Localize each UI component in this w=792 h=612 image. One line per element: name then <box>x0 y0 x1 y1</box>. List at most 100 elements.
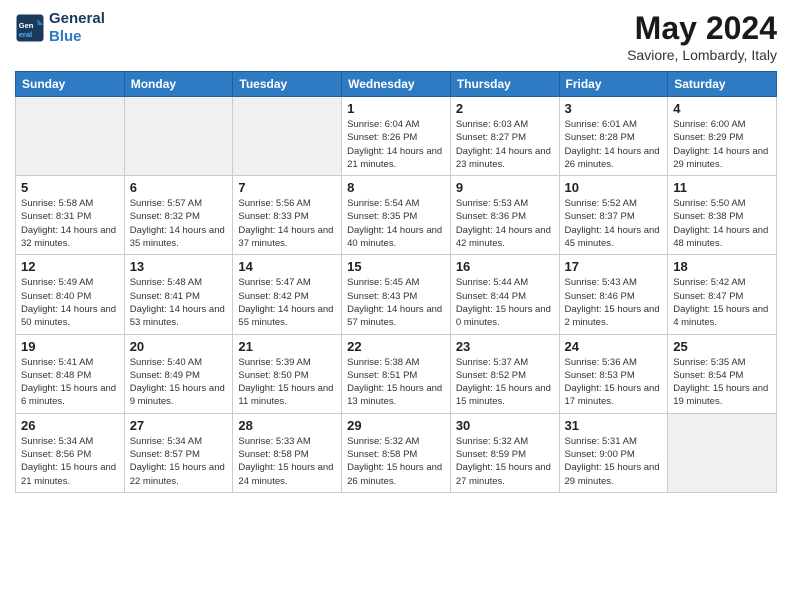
day-info: Sunrise: 5:54 AM Sunset: 8:35 PM Dayligh… <box>347 197 445 250</box>
day-number: 12 <box>21 259 119 274</box>
calendar-cell: 12 Sunrise: 5:49 AM Sunset: 8:40 PM Dayli… <box>16 255 125 334</box>
day-info: Sunrise: 5:43 AM Sunset: 8:46 PM Dayligh… <box>565 276 663 329</box>
day-number: 9 <box>456 180 554 195</box>
day-info: Sunrise: 5:34 AM Sunset: 8:56 PM Dayligh… <box>21 435 119 488</box>
location: Saviore, Lombardy, Italy <box>627 47 777 63</box>
day-info: Sunrise: 5:35 AM Sunset: 8:54 PM Dayligh… <box>673 356 771 409</box>
day-info: Sunrise: 5:50 AM Sunset: 8:38 PM Dayligh… <box>673 197 771 250</box>
weekday-header: Saturday <box>668 72 777 97</box>
day-info: Sunrise: 6:04 AM Sunset: 8:26 PM Dayligh… <box>347 118 445 171</box>
calendar-cell: 31 Sunrise: 5:31 AM Sunset: 9:00 PM Dayli… <box>559 413 668 492</box>
day-info: Sunrise: 5:39 AM Sunset: 8:50 PM Dayligh… <box>238 356 336 409</box>
day-info: Sunrise: 5:34 AM Sunset: 8:57 PM Dayligh… <box>130 435 228 488</box>
calendar-week-row: 19 Sunrise: 5:41 AM Sunset: 8:48 PM Dayli… <box>16 334 777 413</box>
header: Gen eral General Blue May 2024 Saviore, … <box>15 10 777 63</box>
calendar-cell: 29 Sunrise: 5:32 AM Sunset: 8:58 PM Dayli… <box>342 413 451 492</box>
day-info: Sunrise: 6:03 AM Sunset: 8:27 PM Dayligh… <box>456 118 554 171</box>
calendar-cell <box>124 97 233 176</box>
calendar-cell: 9Sunrise: 5:53 AM Sunset: 8:36 PM Daylig… <box>450 176 559 255</box>
calendar-cell: 4Sunrise: 6:00 AM Sunset: 8:29 PM Daylig… <box>668 97 777 176</box>
day-number: 20 <box>130 339 228 354</box>
day-info: Sunrise: 5:40 AM Sunset: 8:49 PM Dayligh… <box>130 356 228 409</box>
day-number: 21 <box>238 339 336 354</box>
calendar-cell: 21 Sunrise: 5:39 AM Sunset: 8:50 PM Dayli… <box>233 334 342 413</box>
day-number: 29 <box>347 418 445 433</box>
weekday-header: Wednesday <box>342 72 451 97</box>
calendar-cell: 7Sunrise: 5:56 AM Sunset: 8:33 PM Daylig… <box>233 176 342 255</box>
day-number: 6 <box>130 180 228 195</box>
day-info: Sunrise: 5:31 AM Sunset: 9:00 PM Dayligh… <box>565 435 663 488</box>
calendar-cell: 17 Sunrise: 5:43 AM Sunset: 8:46 PM Dayli… <box>559 255 668 334</box>
calendar-cell: 30Sunrise: 5:32 AM Sunset: 8:59 PM Dayli… <box>450 413 559 492</box>
page-container: Gen eral General Blue May 2024 Saviore, … <box>0 0 792 503</box>
weekday-header: Sunday <box>16 72 125 97</box>
day-number: 8 <box>347 180 445 195</box>
day-info: Sunrise: 5:45 AM Sunset: 8:43 PM Dayligh… <box>347 276 445 329</box>
calendar-cell: 22 Sunrise: 5:38 AM Sunset: 8:51 PM Dayli… <box>342 334 451 413</box>
day-info: Sunrise: 5:42 AM Sunset: 8:47 PM Dayligh… <box>673 276 771 329</box>
day-info: Sunrise: 5:49 AM Sunset: 8:40 PM Dayligh… <box>21 276 119 329</box>
calendar-cell: 28Sunrise: 5:33 AM Sunset: 8:58 PM Dayli… <box>233 413 342 492</box>
calendar-cell: 14 Sunrise: 5:47 AM Sunset: 8:42 PM Dayli… <box>233 255 342 334</box>
day-info: Sunrise: 5:47 AM Sunset: 8:42 PM Dayligh… <box>238 276 336 329</box>
calendar-cell: 1Sunrise: 6:04 AM Sunset: 8:26 PM Daylig… <box>342 97 451 176</box>
day-number: 11 <box>673 180 771 195</box>
weekday-header: Friday <box>559 72 668 97</box>
day-number: 4 <box>673 101 771 116</box>
calendar-table: SundayMondayTuesdayWednesdayThursdayFrid… <box>15 71 777 493</box>
calendar-cell: 15 Sunrise: 5:45 AM Sunset: 8:43 PM Dayli… <box>342 255 451 334</box>
day-number: 17 <box>565 259 663 274</box>
day-info: Sunrise: 5:58 AM Sunset: 8:31 PM Dayligh… <box>21 197 119 250</box>
calendar-cell: 2 Sunrise: 6:03 AM Sunset: 8:27 PM Daylig… <box>450 97 559 176</box>
calendar-cell <box>668 413 777 492</box>
day-info: Sunrise: 5:57 AM Sunset: 8:32 PM Dayligh… <box>130 197 228 250</box>
day-info: Sunrise: 5:41 AM Sunset: 8:48 PM Dayligh… <box>21 356 119 409</box>
title-area: May 2024 Saviore, Lombardy, Italy <box>627 10 777 63</box>
day-info: Sunrise: 5:52 AM Sunset: 8:37 PM Dayligh… <box>565 197 663 250</box>
month-title: May 2024 <box>627 10 777 47</box>
day-number: 22 <box>347 339 445 354</box>
day-info: Sunrise: 5:48 AM Sunset: 8:41 PM Dayligh… <box>130 276 228 329</box>
calendar-cell: 8 Sunrise: 5:54 AM Sunset: 8:35 PM Daylig… <box>342 176 451 255</box>
day-number: 18 <box>673 259 771 274</box>
logo-line2: Blue <box>49 28 105 46</box>
day-info: Sunrise: 5:32 AM Sunset: 8:58 PM Dayligh… <box>347 435 445 488</box>
day-number: 14 <box>238 259 336 274</box>
logo-icon: Gen eral <box>15 13 45 43</box>
day-number: 3 <box>565 101 663 116</box>
day-info: Sunrise: 5:36 AM Sunset: 8:53 PM Dayligh… <box>565 356 663 409</box>
calendar-cell: 26 Sunrise: 5:34 AM Sunset: 8:56 PM Dayli… <box>16 413 125 492</box>
calendar-cell: 13 Sunrise: 5:48 AM Sunset: 8:41 PM Dayli… <box>124 255 233 334</box>
day-number: 15 <box>347 259 445 274</box>
calendar-cell: 10Sunrise: 5:52 AM Sunset: 8:37 PM Dayli… <box>559 176 668 255</box>
day-number: 24 <box>565 339 663 354</box>
day-number: 25 <box>673 339 771 354</box>
day-number: 27 <box>130 418 228 433</box>
day-number: 2 <box>456 101 554 116</box>
day-number: 19 <box>21 339 119 354</box>
day-number: 7 <box>238 180 336 195</box>
svg-text:Gen: Gen <box>19 21 34 30</box>
day-number: 26 <box>21 418 119 433</box>
svg-text:eral: eral <box>19 30 32 39</box>
day-info: Sunrise: 5:44 AM Sunset: 8:44 PM Dayligh… <box>456 276 554 329</box>
day-number: 5 <box>21 180 119 195</box>
calendar-week-row: 12 Sunrise: 5:49 AM Sunset: 8:40 PM Dayli… <box>16 255 777 334</box>
calendar-week-row: 1Sunrise: 6:04 AM Sunset: 8:26 PM Daylig… <box>16 97 777 176</box>
day-info: Sunrise: 6:01 AM Sunset: 8:28 PM Dayligh… <box>565 118 663 171</box>
day-info: Sunrise: 5:32 AM Sunset: 8:59 PM Dayligh… <box>456 435 554 488</box>
calendar-cell: 11 Sunrise: 5:50 AM Sunset: 8:38 PM Dayli… <box>668 176 777 255</box>
weekday-header: Tuesday <box>233 72 342 97</box>
calendar-cell: 5 Sunrise: 5:58 AM Sunset: 8:31 PM Daylig… <box>16 176 125 255</box>
day-info: Sunrise: 5:33 AM Sunset: 8:58 PM Dayligh… <box>238 435 336 488</box>
day-number: 13 <box>130 259 228 274</box>
calendar-cell: 24 Sunrise: 5:36 AM Sunset: 8:53 PM Dayli… <box>559 334 668 413</box>
weekday-header-row: SundayMondayTuesdayWednesdayThursdayFrid… <box>16 72 777 97</box>
calendar-week-row: 26 Sunrise: 5:34 AM Sunset: 8:56 PM Dayli… <box>16 413 777 492</box>
day-number: 31 <box>565 418 663 433</box>
logo-line1: General <box>49 10 105 28</box>
logo: Gen eral General Blue <box>15 10 105 46</box>
day-info: Sunrise: 5:38 AM Sunset: 8:51 PM Dayligh… <box>347 356 445 409</box>
calendar-cell: 20 Sunrise: 5:40 AM Sunset: 8:49 PM Dayli… <box>124 334 233 413</box>
calendar-cell: 25 Sunrise: 5:35 AM Sunset: 8:54 PM Dayli… <box>668 334 777 413</box>
